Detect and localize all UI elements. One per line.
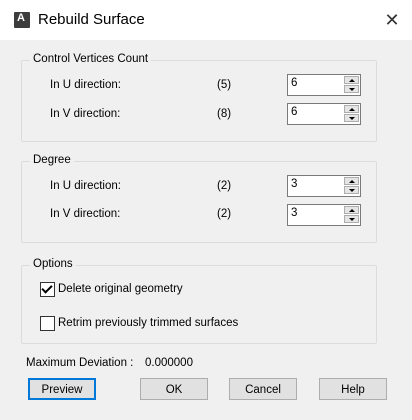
retrim-checkbox[interactable] (40, 316, 55, 331)
cv-u-value[interactable]: 6 (291, 77, 297, 89)
cv-v-spinner[interactable]: 6 (287, 103, 361, 125)
degree-u-up-arrow-icon[interactable] (344, 177, 359, 185)
delete-original-checkbox[interactable] (40, 282, 55, 297)
app-icon (14, 12, 30, 28)
cv-u-label: In U direction: (50, 79, 121, 91)
cv-u-down-arrow-icon[interactable] (344, 85, 359, 93)
degree-v-value[interactable]: 3 (291, 207, 297, 219)
cancel-button[interactable]: Cancel (229, 378, 297, 400)
degree-v-count: (2) (217, 208, 232, 220)
cv-u-arrows (344, 76, 359, 94)
cv-v-value[interactable]: 6 (291, 106, 297, 118)
cv-v-label: In V direction: (50, 108, 121, 120)
max-deviation-label: Maximum Deviation : (26, 357, 134, 369)
degree-u-down-arrow-icon[interactable] (344, 186, 359, 194)
checkmark-icon (41, 282, 53, 294)
close-button[interactable]: ✕ (378, 6, 406, 34)
ok-button[interactable]: OK (140, 378, 208, 400)
degree-v-down-arrow-icon[interactable] (344, 215, 359, 223)
degree-group: Degree In U direction: (2) 3 In V direct… (21, 154, 377, 243)
cv-v-up-arrow-icon[interactable] (344, 105, 359, 113)
degree-v-label: In V direction: (50, 208, 121, 220)
degree-u-value[interactable]: 3 (291, 178, 297, 190)
degree-u-arrows (344, 177, 359, 195)
degree-u-label: In U direction: (50, 180, 121, 192)
degree-v-spinner[interactable]: 3 (287, 204, 361, 226)
cv-v-arrows (344, 105, 359, 123)
options-group-label: Options (30, 258, 76, 270)
dialog-title: Rebuild Surface (38, 11, 145, 28)
degree-v-arrows (344, 206, 359, 224)
delete-original-label[interactable]: Delete original geometry (58, 283, 183, 295)
degree-group-label: Degree (30, 154, 74, 166)
help-button[interactable]: Help (319, 378, 387, 400)
control-vertices-group-label: Control Vertices Count (30, 53, 152, 65)
cv-v-count: (8) (217, 108, 232, 120)
title-bar: Rebuild Surface ✕ (0, 0, 412, 40)
options-group: Options Delete original geometry Retrim … (21, 258, 377, 344)
degree-v-up-arrow-icon[interactable] (344, 206, 359, 214)
cv-u-spinner[interactable]: 6 (287, 74, 361, 96)
control-vertices-group: Control Vertices Count In U direction: (… (21, 53, 377, 142)
retrim-label[interactable]: Retrim previously trimmed surfaces (58, 317, 238, 329)
rebuild-surface-dialog: Rebuild Surface ✕ Control Vertices Count… (0, 0, 412, 420)
degree-u-count: (2) (217, 180, 232, 192)
preview-button[interactable]: Preview (28, 378, 96, 400)
degree-u-spinner[interactable]: 3 (287, 175, 361, 197)
max-deviation-value: 0.000000 (145, 357, 193, 369)
cv-u-count: (5) (217, 79, 232, 91)
cv-v-down-arrow-icon[interactable] (344, 114, 359, 122)
cv-u-up-arrow-icon[interactable] (344, 76, 359, 84)
